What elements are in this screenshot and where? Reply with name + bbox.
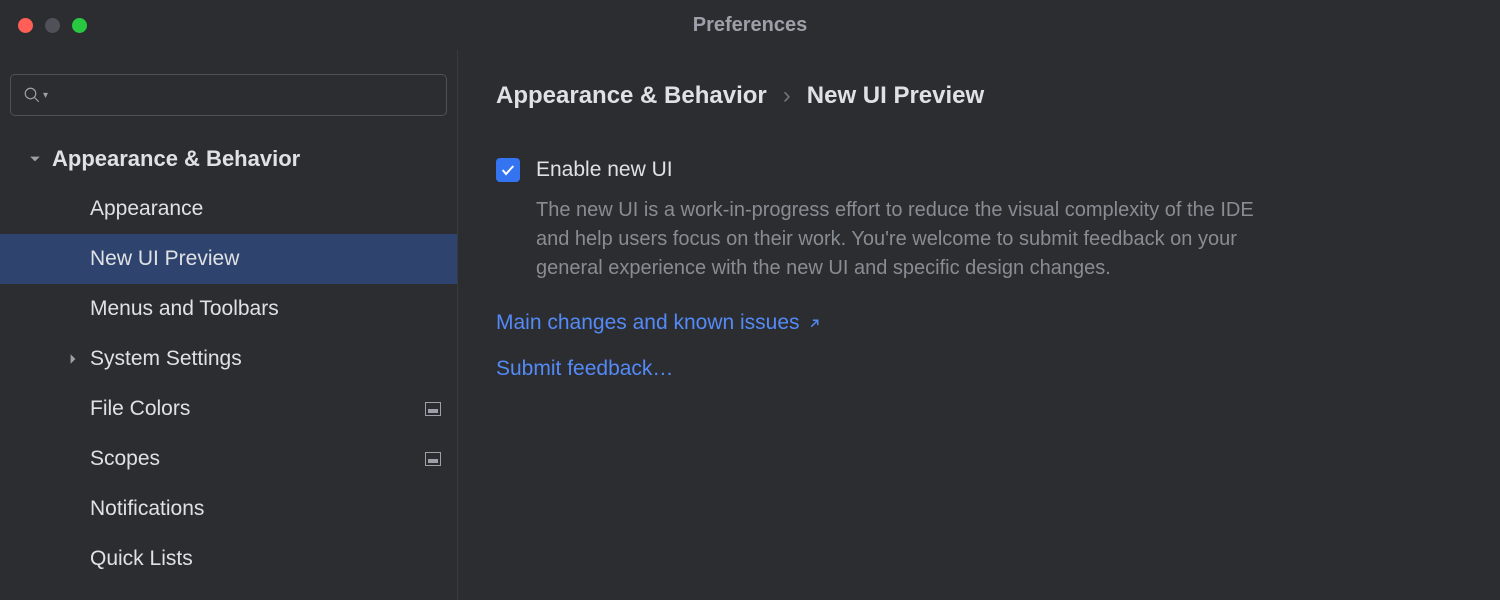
sidebar-item-menus-and-toolbars[interactable]: Menus and Toolbars xyxy=(0,284,457,334)
project-level-icon xyxy=(425,452,441,466)
sidebar-item-new-ui-preview[interactable]: New UI Preview xyxy=(0,234,457,284)
sidebar-item-quick-lists[interactable]: Quick Lists xyxy=(0,534,457,584)
sidebar-item-label: Menus and Toolbars xyxy=(90,297,441,321)
sidebar-item-appearance[interactable]: Appearance xyxy=(0,184,457,234)
window-title: Preferences xyxy=(693,14,808,37)
project-level-icon xyxy=(425,402,441,416)
main-changes-link[interactable]: Main changes and known issues xyxy=(496,311,1462,335)
sidebar-item-notifications[interactable]: Notifications xyxy=(0,484,457,534)
sidebar-item-label: Scopes xyxy=(90,447,425,471)
chevron-down-icon xyxy=(24,153,46,165)
window-controls xyxy=(18,18,87,33)
breadcrumb-part-1: Appearance & Behavior xyxy=(496,82,767,110)
sidebar-item-file-colors[interactable]: File Colors xyxy=(0,384,457,434)
enable-new-ui-row: Enable new UI xyxy=(496,158,1462,182)
enable-new-ui-label: Enable new UI xyxy=(536,158,673,182)
new-ui-description: The new UI is a work-in-progress effort … xyxy=(536,196,1256,283)
sidebar-item-label: System Settings xyxy=(90,347,441,371)
minimize-window-button[interactable] xyxy=(45,18,60,33)
submit-feedback-link[interactable]: Submit feedback… xyxy=(496,357,1462,381)
chevron-right-icon xyxy=(62,353,84,365)
main-container: ▾ Appearance & Behavior Appearance New UI… xyxy=(0,50,1500,600)
breadcrumb-separator: › xyxy=(783,82,791,110)
search-dropdown-icon[interactable]: ▾ xyxy=(43,90,48,101)
checkmark-icon xyxy=(500,162,516,178)
search-icon xyxy=(23,86,41,104)
sidebar-item-label: Quick Lists xyxy=(90,547,441,571)
sidebar: ▾ Appearance & Behavior Appearance New UI… xyxy=(0,50,458,600)
main-changes-link-text: Main changes and known issues xyxy=(496,311,800,335)
content-pane: Appearance & Behavior › New UI Preview E… xyxy=(458,50,1500,600)
sidebar-category-appearance-behavior[interactable]: Appearance & Behavior xyxy=(0,134,457,184)
external-link-icon xyxy=(808,317,821,330)
sidebar-item-system-settings[interactable]: System Settings xyxy=(0,334,457,384)
search-input[interactable]: ▾ xyxy=(10,74,447,116)
title-bar: Preferences xyxy=(0,0,1500,50)
breadcrumb-part-2: New UI Preview xyxy=(807,82,984,110)
maximize-window-button[interactable] xyxy=(72,18,87,33)
submit-feedback-link-text: Submit feedback… xyxy=(496,357,673,381)
sidebar-item-label: Appearance xyxy=(90,197,441,221)
close-window-button[interactable] xyxy=(18,18,33,33)
sidebar-item-label: New UI Preview xyxy=(90,247,441,271)
sidebar-category-label: Appearance & Behavior xyxy=(52,146,441,172)
breadcrumb: Appearance & Behavior › New UI Preview xyxy=(496,82,1462,110)
sidebar-item-scopes[interactable]: Scopes xyxy=(0,434,457,484)
sidebar-item-label: Notifications xyxy=(90,497,441,521)
enable-new-ui-checkbox[interactable] xyxy=(496,158,520,182)
sidebar-item-label: File Colors xyxy=(90,397,425,421)
